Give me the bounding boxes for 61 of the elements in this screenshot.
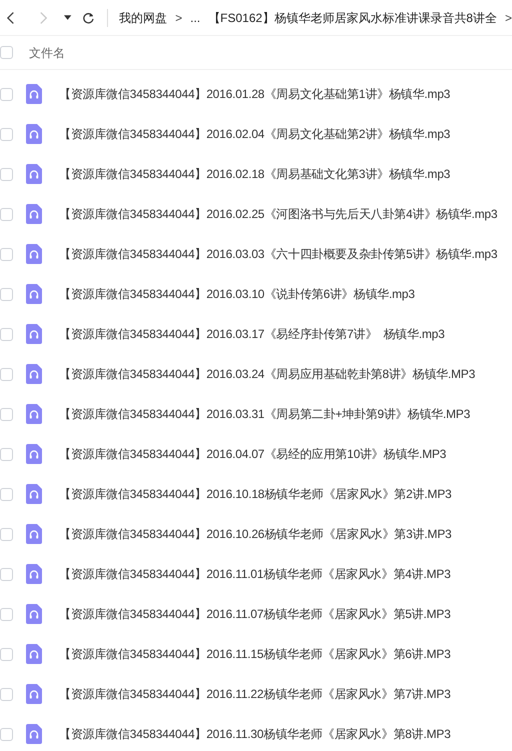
checkbox[interactable] (0, 288, 13, 300)
checkbox[interactable] (0, 728, 13, 740)
audio-file-icon (26, 444, 42, 464)
file-name[interactable]: 【资源库微信3458344044】2016.03.17《易经序卦传第7讲》 杨镇华.mp3 (59, 325, 445, 343)
checkbox[interactable] (0, 528, 13, 540)
dropdown-caret-icon[interactable] (64, 14, 72, 20)
audio-file-icon (26, 484, 42, 504)
audio-file-icon (26, 204, 42, 224)
audio-file-icon (26, 364, 42, 384)
checkbox[interactable] (0, 328, 13, 340)
checkbox[interactable] (0, 46, 13, 59)
checkbox[interactable] (0, 448, 13, 460)
file-name[interactable]: 【资源库微信3458344044】2016.02.25《河图洛书与先后天八卦第4讲》杨镇华.mp3 (59, 205, 498, 223)
audio-file-icon (26, 524, 42, 544)
back-icon[interactable] (6, 10, 16, 24)
checkbox[interactable] (0, 688, 13, 700)
file-name[interactable]: 【资源库微信3458344044】2016.11.22杨镇华老师《居家风水》第7讲.MP3 (59, 685, 451, 703)
audio-file-icon (26, 164, 42, 184)
file-name[interactable]: 【资源库微信3458344044】2016.11.07杨镇华老师《居家风水》第5讲.MP3 (59, 605, 451, 623)
breadcrumb-separator: > (504, 10, 512, 26)
audio-file-icon (26, 284, 42, 304)
file-name[interactable]: 【资源库微信3458344044】2016.03.03《六十四卦概要及杂卦传第5讲》杨镇华.mp3 (59, 245, 498, 263)
file-name[interactable]: 【资源库微信3458344044】2016.03.10《说卦传第6讲》杨镇华.mp3 (59, 285, 415, 303)
audio-file-icon (26, 84, 42, 104)
file-name[interactable]: 【资源库微信3458344044】2016.03.24《周易应用基础乾卦第8讲》杨镇华.MP3 (59, 365, 476, 383)
file-name[interactable]: 【资源库微信3458344044】2016.04.07《易经的应用第10讲》杨镇华.MP3 (59, 445, 446, 463)
checkbox[interactable] (0, 488, 13, 500)
audio-file-icon (26, 404, 42, 424)
breadcrumb-separator: > (175, 10, 182, 26)
audio-file-icon (26, 644, 42, 664)
audio-file-icon (26, 564, 42, 584)
file-name[interactable]: 【资源库微信3458344044】2016.01.28《周易文化基础第1讲》杨镇华.mp3 (59, 85, 450, 103)
file-name[interactable]: 【资源库微信3458344044】2016.11.30杨镇华老师《居家风水》第8讲.MP3 (59, 725, 451, 743)
file-name[interactable]: 【资源库微信3458344044】2016.10.18杨镇华老师《居家风水》第2讲.MP3 (59, 485, 452, 503)
column-header[interactable]: 文件名 (29, 44, 65, 62)
checkbox[interactable] (0, 568, 13, 580)
checkbox[interactable] (0, 248, 13, 260)
audio-file-icon (26, 244, 42, 264)
audio-file-icon (26, 684, 42, 704)
breadcrumb-link[interactable]: 我的网盘 (119, 8, 168, 26)
file-name[interactable]: 【资源库微信3458344044】2016.10.26杨镇华老师《居家风水》第3讲.MP3 (59, 525, 452, 543)
audio-file-icon (26, 724, 42, 744)
breadcrumb-link[interactable]: 【FS0162】杨镇华老师居家风水标准讲课录音共8讲全 (208, 8, 497, 26)
file-name[interactable]: 【资源库微信3458344044】2016.11.15杨镇华老师《居家风水》第6讲.MP3 (59, 645, 451, 663)
checkbox[interactable] (0, 368, 13, 380)
file-name[interactable]: 【资源库微信3458344044】2016.02.18《周易基础文化第3讲》杨镇华.mp3 (59, 165, 450, 183)
file-name[interactable]: 【资源库微信3458344044】2016.11.01杨镇华老师《居家风水》第4讲.MP3 (59, 565, 451, 583)
checkbox[interactable] (0, 648, 13, 660)
checkbox[interactable] (0, 608, 13, 620)
refresh-icon[interactable] (82, 10, 94, 24)
audio-file-icon (26, 324, 42, 344)
breadcrumb-link[interactable]: ... (190, 8, 200, 26)
checkbox[interactable] (0, 168, 13, 180)
file-name[interactable]: 【资源库微信3458344044】2016.02.04《周易文化基础第2讲》杨镇华.mp3 (59, 125, 450, 143)
checkbox[interactable] (0, 128, 13, 140)
checkbox[interactable] (0, 88, 13, 100)
audio-file-icon (26, 124, 42, 144)
checkbox[interactable] (0, 408, 13, 420)
file-name[interactable]: 【资源库微信3458344044】2016.03.31《周易第二卦+坤卦第9讲》杨镇华.MP3 (59, 405, 470, 423)
checkbox[interactable] (0, 208, 13, 220)
audio-file-icon (26, 604, 42, 624)
